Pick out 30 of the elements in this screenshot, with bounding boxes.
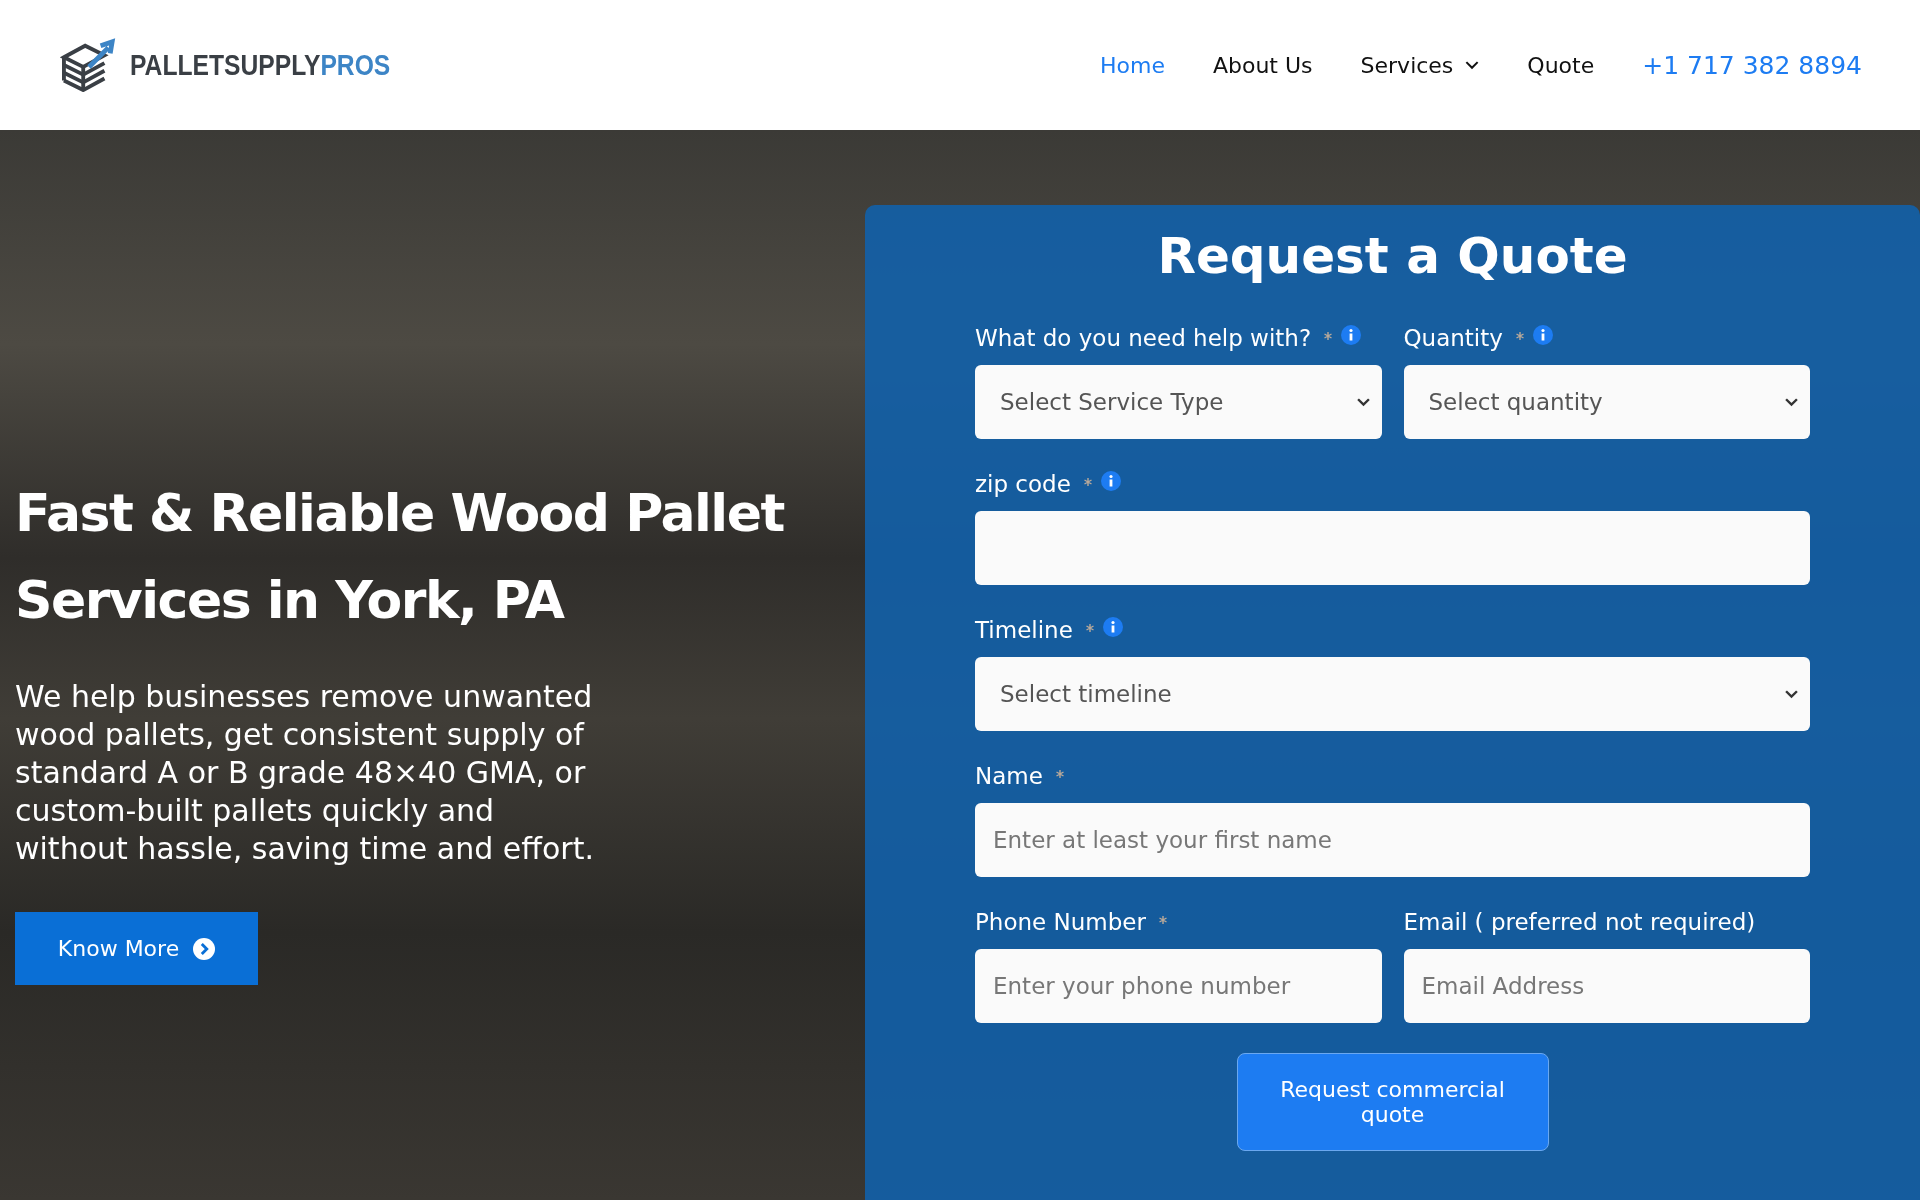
form-title: Request a Quote xyxy=(1156,227,1629,285)
chevron-down-icon xyxy=(1785,689,1798,699)
nav-link[interactable]: Quote xyxy=(1527,52,1595,78)
field-label: zip code xyxy=(975,471,1071,497)
input-field[interactable]: Email Address xyxy=(1403,949,1810,1023)
input-field[interactable] xyxy=(975,511,1810,585)
field-label: Quantity xyxy=(1403,325,1503,351)
chevron-down-icon xyxy=(1356,397,1370,407)
select-field[interactable]: Select timeline xyxy=(975,657,1810,731)
phone-link[interactable]: +1 717 382 8894 xyxy=(1642,50,1862,80)
nav-link[interactable]: Home xyxy=(1100,52,1165,78)
arrow-circle-icon xyxy=(193,937,216,960)
hero-heading: Fast & Reliable Wood Pallet Services in York, PA xyxy=(15,482,786,632)
logo-text: PALLETSUPPLYPROS xyxy=(130,48,391,82)
field-label: Name xyxy=(975,763,1043,789)
field-label: Timeline xyxy=(975,617,1073,643)
select-field[interactable]: Select Service Type xyxy=(975,365,1382,439)
input-field[interactable]: Enter your phone number xyxy=(975,949,1382,1023)
know-more-button[interactable]: Know More xyxy=(15,912,258,985)
select-field[interactable]: Select quantity xyxy=(1403,365,1810,439)
field-label: Phone Number xyxy=(975,909,1146,935)
nav-link[interactable]: About Us xyxy=(1212,52,1313,78)
input-field[interactable]: Enter at least your first name xyxy=(975,803,1810,877)
field-label: What do you need help with? xyxy=(975,325,1312,351)
submit-button[interactable]: Request commercial quote xyxy=(1236,1053,1549,1151)
pallet-stack-logo-icon xyxy=(60,38,118,92)
nav-link[interactable]: Services xyxy=(1360,52,1480,78)
hero-text: We help businesses remove unwanted wood pallets, get consistent supply of standard A or B grade 48×40 GMA, or custom-built pallets quickly and without hassle, saving time and effort. xyxy=(15,678,595,868)
chevron-down-icon xyxy=(1785,397,1798,407)
field-label: Email ( preferred not required) xyxy=(1403,909,1756,935)
